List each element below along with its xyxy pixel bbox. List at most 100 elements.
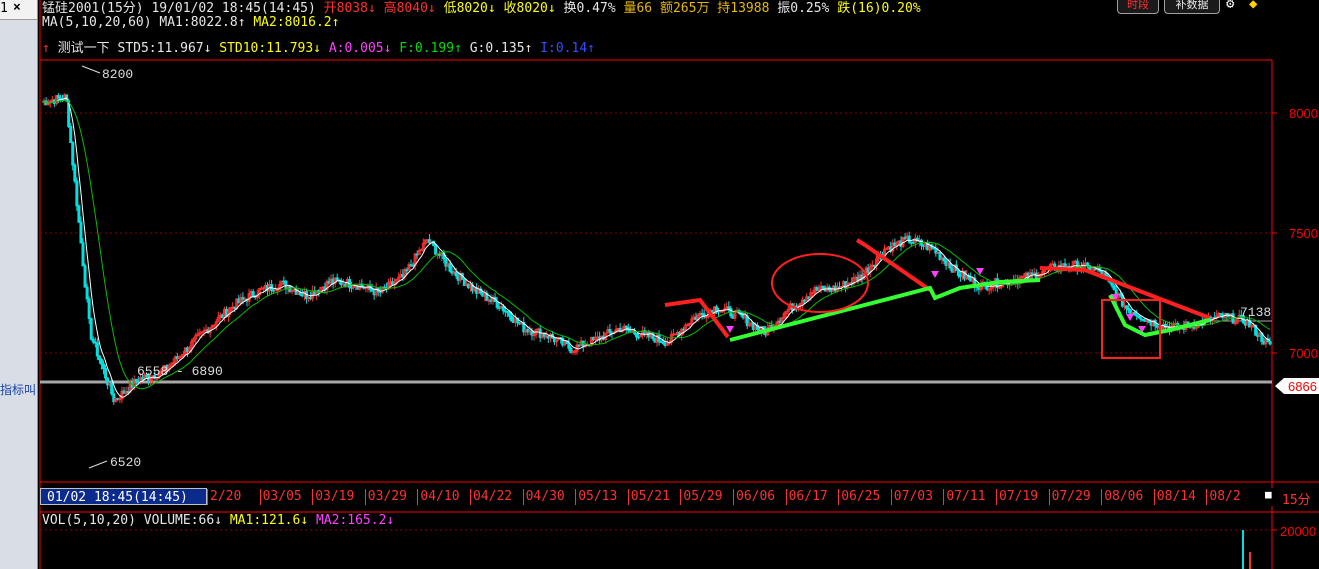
period-label[interactable]: 15分 xyxy=(1282,489,1311,508)
i-value: I:0.14 xyxy=(540,41,588,56)
range-label: 6558 - 6890 xyxy=(137,364,223,379)
x-axis-date-label: 04/22 xyxy=(470,489,512,505)
diamond-icon[interactable]: ◆ xyxy=(1249,0,1265,13)
lock-icon[interactable]: ■ xyxy=(1265,489,1277,501)
volume-y-axis-label: 20000 xyxy=(1280,524,1316,539)
x-axis-date-label: 08/06 xyxy=(1101,489,1143,505)
ma2-value: MA2:8016.2 xyxy=(253,15,332,30)
x-axis-date-label: 03/29 xyxy=(364,489,407,505)
std10-value: STD10:11.793 xyxy=(219,41,314,56)
candle-body xyxy=(956,269,960,276)
candle-body xyxy=(509,315,513,322)
x-axis-date-label: 06/06 xyxy=(733,489,775,505)
x-axis-date-label: 07/11 xyxy=(943,489,986,505)
candle-body xyxy=(1110,281,1114,287)
signal-marker xyxy=(726,326,734,333)
kline-chart[interactable]: 8000 7500 7000 20000 8200 6520 6558 - 68… xyxy=(0,0,1319,569)
candle-body xyxy=(89,318,93,340)
candle-body xyxy=(75,180,79,207)
candle-body xyxy=(95,342,99,357)
candle-body xyxy=(99,358,103,365)
indicator-info-line: ↑ 测试一下 STD5:11.967↓ STD10:11.793↓ A:0.00… xyxy=(42,41,595,56)
volume-current: VOLUME:66 xyxy=(143,513,215,528)
fill-data-button[interactable]: 补数据 xyxy=(1164,0,1220,14)
time-segment-button[interactable]: 时段 xyxy=(1117,0,1159,14)
red-trend-line xyxy=(1039,266,1211,320)
x-axis-date-label: 04/10 xyxy=(417,489,460,505)
open-price: 开8038 xyxy=(323,1,368,16)
candle-body xyxy=(87,298,91,320)
std5-value: STD5:11.967 xyxy=(117,41,204,56)
ma-lines-layer xyxy=(41,97,1271,398)
candle-body xyxy=(69,125,73,144)
ma1-value: MA1:8022.8 xyxy=(159,15,238,30)
candle-body xyxy=(79,221,83,244)
candle-body xyxy=(567,342,571,349)
candle-body xyxy=(83,265,87,288)
candle-body xyxy=(454,271,458,277)
candle-body xyxy=(507,311,511,317)
signal-marker xyxy=(976,268,984,275)
signal-marker xyxy=(1126,314,1134,321)
x-axis-date-label: 05/21 xyxy=(627,489,670,505)
candle-body xyxy=(85,286,89,300)
min-price-label: 6520 xyxy=(110,455,141,470)
candle-body xyxy=(1231,313,1235,324)
x-axis-date-label: 06/17 xyxy=(785,489,828,505)
volume-ma1: MA1:121.6 xyxy=(229,513,301,528)
max-price-label: 8200 xyxy=(102,67,133,82)
x-axis-date-label: 03/19 xyxy=(312,489,354,505)
candle-body xyxy=(635,332,639,338)
x-axis-date-label: 08/14 xyxy=(1153,489,1196,505)
y-axis-label: 8000 xyxy=(1289,106,1318,121)
volume-ma2: MA2:165.2 xyxy=(315,513,387,528)
candle-body xyxy=(501,306,505,312)
candle-body xyxy=(73,164,77,182)
candle-body xyxy=(71,142,75,166)
candle-body xyxy=(495,301,499,308)
candles-layer xyxy=(42,93,1272,405)
candle-body xyxy=(948,262,952,269)
x-axis-date-label: 07/03 xyxy=(890,489,933,505)
level-price-label: 7138 xyxy=(1240,305,1271,320)
ma1-line xyxy=(41,97,1271,398)
symbol-info: 锰硅2001(15分) 19/01/02 18:45(14:45) xyxy=(42,1,316,16)
gear-icon[interactable]: ⚙ xyxy=(1226,0,1242,13)
ma2-line xyxy=(41,99,1271,390)
x-axis-date-label: 03/05 xyxy=(259,489,302,505)
x-axis-date-label: 04/30 xyxy=(522,489,565,505)
candle-body xyxy=(102,363,106,370)
min-pointer xyxy=(88,460,108,469)
ma-info-line: MA(5,10,20,60) MA1:8022.8↑ MA2:8016.2↑ xyxy=(42,15,340,30)
ma-label: MA(5,10,20,60) xyxy=(42,15,152,30)
candle-body xyxy=(251,291,255,297)
candle-body xyxy=(434,244,438,255)
x-axis-date-label: 2/20 xyxy=(207,489,241,505)
volume-value: 量66 xyxy=(623,1,653,16)
x-axis-cursor-label[interactable]: 01/02 18:45(14:45) xyxy=(40,488,207,505)
volume-indicator-label: VOL(5,10,20) xyxy=(42,513,136,528)
current-price-tag: 6866 xyxy=(1288,379,1317,394)
volume-info-line: VOL(5,10,20) VOLUME:66↓ MA1:121.6↓ MA2:1… xyxy=(42,513,395,528)
candle-body xyxy=(1112,285,1116,291)
candle-body xyxy=(1268,341,1272,345)
open-interest: 持13988 xyxy=(717,1,770,16)
low-price: 低8020 xyxy=(443,1,488,16)
max-pointer xyxy=(81,65,101,74)
high-price: 高8040 xyxy=(383,1,428,16)
candle-body xyxy=(448,263,452,272)
x-axis-date-label: 05/29 xyxy=(680,489,723,505)
candle-body xyxy=(110,382,114,395)
g-value: G:0.135 xyxy=(469,41,525,56)
x-axis-date-label: 07/29 xyxy=(1048,489,1091,505)
x-axis-bar: 01/02 18:45(14:45) 2/20 03/05 03/19 03/29 04… xyxy=(40,488,1319,508)
indicator-name: 测试一下 xyxy=(57,41,110,56)
x-axis-date-label: 07/19 xyxy=(996,489,1038,505)
candle-body xyxy=(907,235,911,243)
candle-body xyxy=(77,205,81,223)
close-price: 收8020 xyxy=(503,1,548,16)
y-axis-label: 7000 xyxy=(1289,346,1318,361)
candle-body xyxy=(81,242,85,267)
a-value: A:0.005 xyxy=(328,41,384,56)
candle-body xyxy=(714,306,718,312)
